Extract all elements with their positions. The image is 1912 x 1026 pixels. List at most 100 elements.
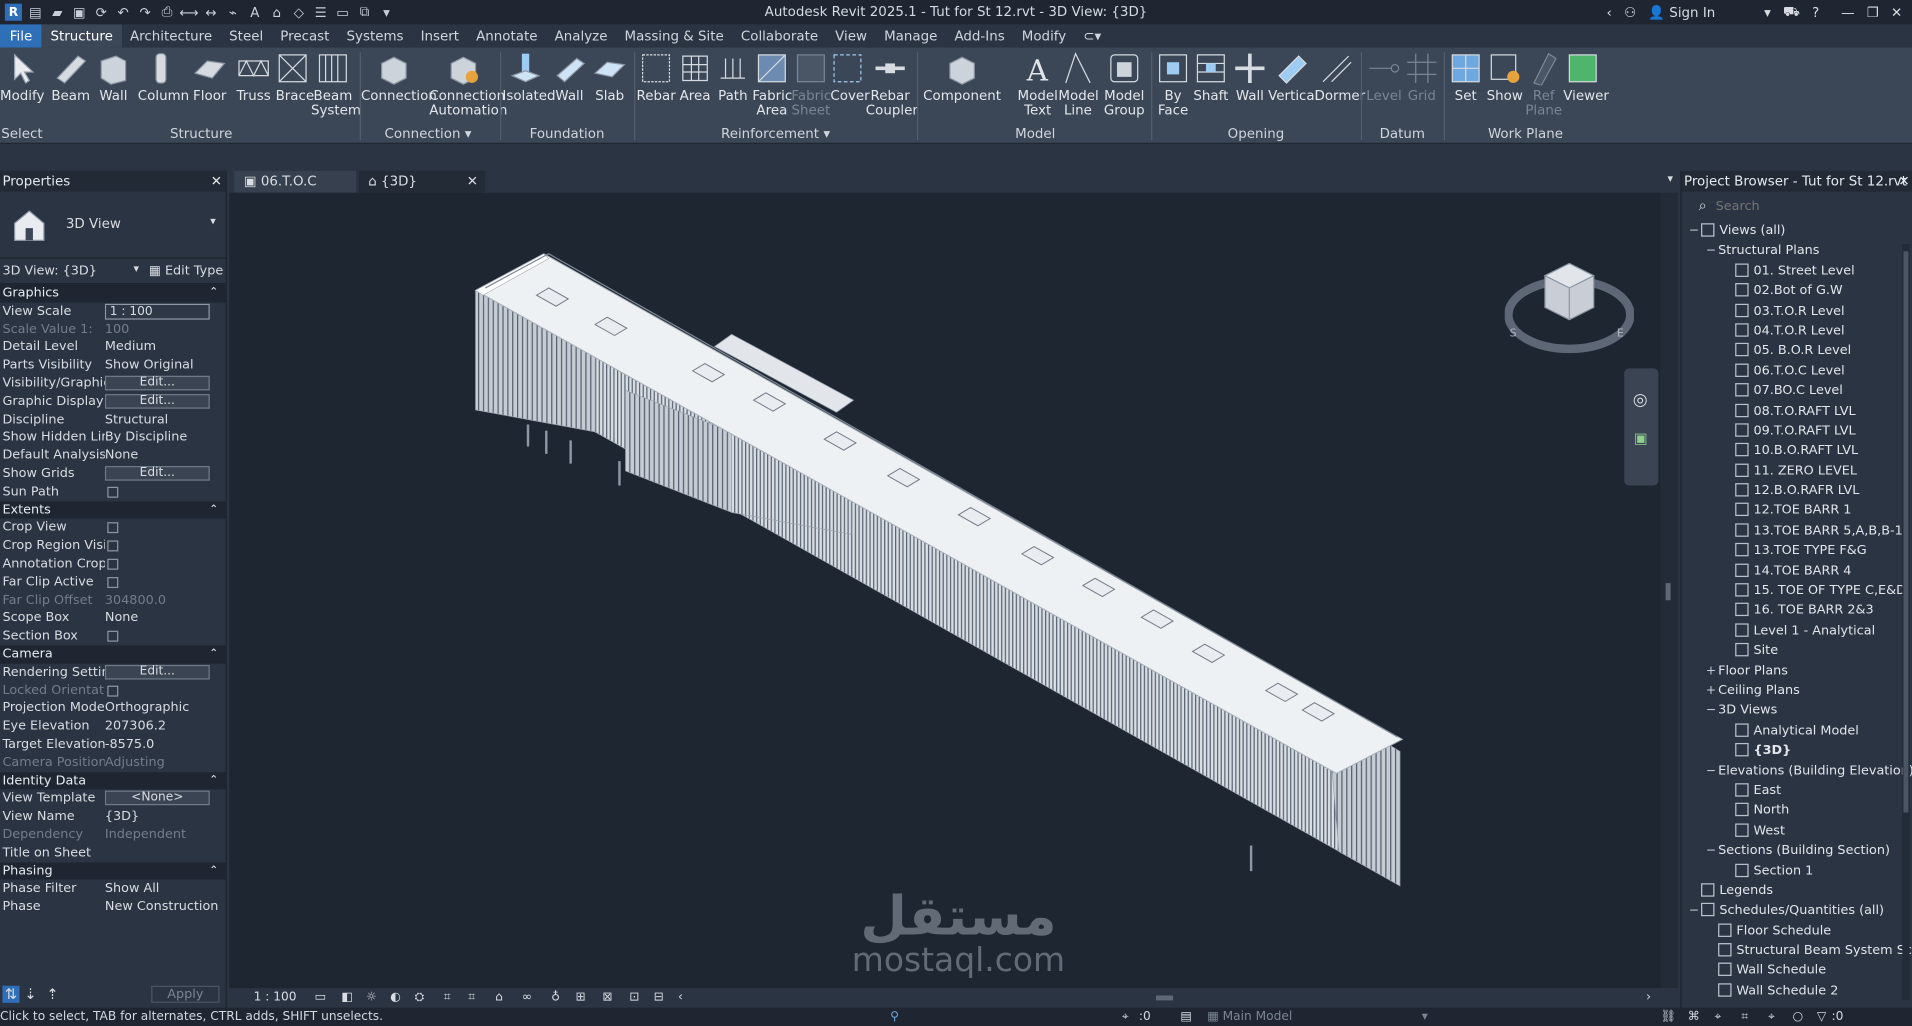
browser-item[interactable]: 02.Bot of G.W [1682, 281, 1912, 301]
shadows-icon[interactable]: ◐ [390, 988, 401, 1008]
restore-icon[interactable]: ❐ [1867, 4, 1879, 20]
connection-panel-label[interactable]: Connection ▾ [361, 126, 495, 142]
scroll-thumb[interactable] [1665, 583, 1671, 601]
level-button[interactable]: Level [1366, 51, 1403, 103]
browser-item[interactable]: Legends [1682, 881, 1912, 901]
browser-item[interactable]: Structural Beam System Schedule [1682, 941, 1912, 961]
render-icon[interactable]: ⛭ [415, 988, 425, 1008]
redo-icon[interactable]: ↷ [137, 4, 154, 21]
browser-item[interactable]: 15. TOE OF TYPE C,E&D [1682, 581, 1912, 601]
browser-item[interactable]: Wall Schedule 2 [1682, 981, 1912, 1001]
browser-item[interactable]: 14.TOE BARR 4 [1682, 561, 1912, 581]
wall-button[interactable]: Wall [95, 51, 132, 103]
browser-item[interactable]: − Structural Plans [1682, 241, 1912, 261]
slab-foundation-button[interactable]: Slab [590, 51, 629, 103]
connection-button[interactable]: Connection [361, 51, 437, 103]
tab-view[interactable]: View [827, 24, 876, 47]
tab-insert[interactable]: Insert [412, 24, 468, 47]
browser-item[interactable]: Section 1 [1682, 861, 1912, 881]
dimension-icon[interactable]: ↔ [202, 4, 219, 21]
viewer-button[interactable]: Viewer [1563, 51, 1609, 103]
save-icon[interactable]: ▣ [71, 4, 88, 21]
dropdown-icon[interactable]: ▾ [1764, 4, 1771, 20]
browser-item[interactable]: 01. Street Level [1682, 261, 1912, 281]
property-value[interactable]: By Discipline [105, 430, 187, 445]
edit-button[interactable]: Edit... [104, 664, 210, 680]
beam-system-button[interactable]: Beam System [311, 51, 361, 118]
customize-qat-icon[interactable]: ▾ [378, 4, 395, 21]
expand-icon[interactable]: + [1706, 682, 1718, 702]
people-icon[interactable]: ⚇ [1624, 4, 1636, 20]
sort-asc-icon[interactable]: ⇣ [24, 986, 36, 1003]
crop-view-icon[interactable]: ⌗ [444, 988, 451, 1008]
collapse-icon[interactable]: − [1689, 222, 1701, 242]
workset-icon[interactable]: ⚲ [890, 1008, 899, 1026]
section-icon[interactable]: ◇ [290, 4, 307, 21]
browser-item[interactable]: Level 1 - Analytical [1682, 621, 1912, 641]
edit-button[interactable]: Edit... [104, 375, 210, 391]
floor-button[interactable]: Floor [190, 51, 229, 103]
property-value[interactable]: None [105, 448, 138, 463]
area-reinforcement-button[interactable]: Area [677, 51, 714, 103]
browser-item[interactable]: 08.T.O.RAFT LVL [1682, 401, 1912, 421]
temp-hide-icon[interactable]: ∞ [522, 988, 532, 1008]
select-links-icon[interactable]: ⛓ [1661, 1008, 1676, 1026]
tab-systems[interactable]: Systems [338, 24, 412, 47]
set-workplane-button[interactable]: Set [1449, 51, 1483, 103]
fabric-sheet-button[interactable]: Fabric Sheet [791, 51, 831, 118]
3d-view-icon[interactable]: ⌂ [268, 4, 285, 21]
browser-item[interactable]: 09.T.O.RAFT LVL [1682, 421, 1912, 441]
browser-item[interactable]: 13.TOE TYPE F&G [1682, 541, 1912, 561]
collapse-icon[interactable]: − [1706, 702, 1718, 722]
editable-only-icon[interactable]: ⌖ [1122, 1008, 1129, 1026]
brace-button[interactable]: Brace [276, 51, 314, 103]
edit-button[interactable]: Edit... [104, 465, 210, 481]
browser-item[interactable]: 11. ZERO LEVEL [1682, 461, 1912, 481]
model-line-button[interactable]: Model Line [1058, 51, 1099, 118]
collapse-icon[interactable]: − [1706, 842, 1718, 862]
fabric-area-button[interactable]: Fabric Area [752, 51, 792, 118]
filter-icon[interactable]: ▽ [1817, 1008, 1826, 1026]
browser-item[interactable]: {3D} [1682, 741, 1912, 761]
property-checkbox[interactable] [107, 630, 119, 642]
undo-icon[interactable]: ↶ [115, 4, 132, 21]
modify-button[interactable]: Modify [0, 51, 44, 103]
tab-structure[interactable]: Structure [41, 24, 122, 48]
collapse-icon[interactable]: − [1706, 762, 1718, 782]
thin-lines-icon[interactable]: ☰ [312, 4, 329, 21]
collapse-icon[interactable]: − [1706, 242, 1718, 262]
view-scale-selector[interactable]: 1 : 100 [254, 988, 297, 1008]
analytical-model-icon[interactable]: ⊡ [629, 988, 639, 1008]
browser-item[interactable]: 04.T.O.R Level [1682, 321, 1912, 341]
tab-precast[interactable]: Precast [272, 24, 338, 47]
property-checkbox[interactable] [107, 486, 119, 498]
reveal-hidden-icon[interactable]: ♁ [551, 988, 560, 1008]
browser-item[interactable]: 10.B.O.RAFT LVL [1682, 441, 1912, 461]
select-by-face-icon[interactable]: ⌗ [1741, 1008, 1748, 1026]
property-value[interactable]: Show Original [105, 358, 194, 373]
drag-elements-icon[interactable]: ⌖ [1768, 1008, 1775, 1026]
crop-region-icon[interactable]: ⌗ [468, 988, 475, 1008]
vertical-scrollbar[interactable] [1660, 192, 1678, 989]
building-3d-model[interactable] [229, 193, 1661, 988]
browser-item[interactable]: Floor Schedule [1682, 921, 1912, 941]
shaft-button[interactable]: Shaft [1193, 51, 1230, 103]
connection-automation-button[interactable]: Connection Automation [429, 51, 507, 118]
property-value[interactable]: Show All [105, 881, 159, 896]
open-icon[interactable]: ▰ [49, 4, 66, 21]
property-checkbox[interactable] [107, 576, 119, 588]
close-hidden-icon[interactable]: ▭ [334, 4, 351, 21]
property-value[interactable]: None [105, 610, 138, 625]
model-text-button[interactable]: A Model Text [1017, 51, 1058, 118]
browser-item[interactable]: 12.B.O.RAFR LVL [1682, 481, 1912, 501]
browser-item[interactable]: 12.TOE BARR 1 [1682, 501, 1912, 521]
3d-view-canvas[interactable]: S E ◎ ▣ مستقل mostaql.com [229, 192, 1661, 989]
select-pinned-icon[interactable]: ⌖ [1714, 1008, 1721, 1026]
browser-item[interactable]: 06.T.O.C Level [1682, 361, 1912, 381]
property-checkbox[interactable] [107, 558, 119, 570]
ribbon-minimize-toggle[interactable]: ⊂▾ [1075, 24, 1110, 47]
sync-icon[interactable]: ⟳ [93, 4, 110, 21]
apply-button[interactable]: Apply [151, 985, 220, 1003]
properties-section-header[interactable]: Graphics ⌃ [0, 284, 226, 303]
tab-architecture[interactable]: Architecture [121, 24, 220, 47]
